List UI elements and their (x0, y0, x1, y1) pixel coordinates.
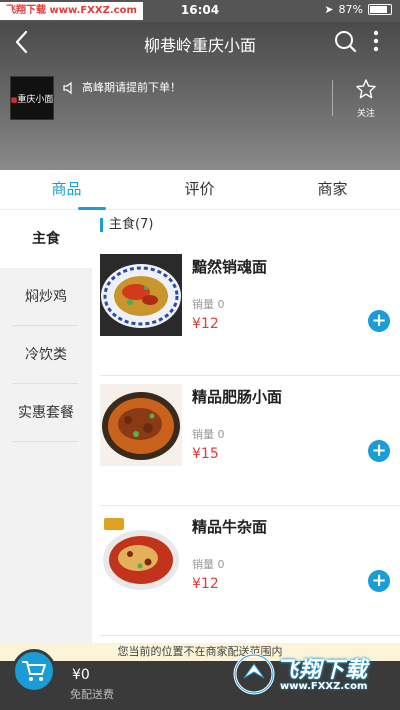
tab-reviews[interactable]: 评价 (133, 170, 266, 210)
dish-image (100, 384, 182, 466)
battery-percent: 87% (338, 3, 363, 16)
sidebar-item-braised-chicken[interactable]: 焖炒鸡 (0, 268, 92, 326)
menu-item: 精品牛杂面 销量 0 ¥12 + (92, 506, 400, 636)
dish-sales: 销量 0 (192, 428, 225, 441)
cart-button[interactable] (12, 649, 56, 693)
dish-name: 精品牛杂面 (192, 518, 268, 536)
status-bar: 飞翔下载 www.FXXZ.com 16:04 ➤ 87% (0, 0, 400, 22)
shopping-cart-icon (22, 661, 46, 681)
dish-image (100, 254, 182, 336)
item-divider (100, 635, 400, 636)
tab-products[interactable]: 商品 (0, 170, 133, 210)
follow-label: 关注 (356, 109, 375, 119)
more-vertical-icon (373, 30, 379, 52)
shop-header: 柳巷岭重庆小面 ■重庆小面 高峰期请提前下单！ 关注 (0, 22, 400, 170)
battery-icon (368, 4, 392, 15)
status-indicators: ➤ 87% (324, 3, 392, 16)
search-icon (335, 31, 357, 53)
menu-list: 主食(7) 黯然销魂面 销量 0 ¥12 + 精品肥肠小面 销量 0 ¥15 +… (92, 210, 400, 650)
dish-price: ¥15 (192, 446, 219, 462)
shop-logo: ■重庆小面 (10, 76, 54, 120)
tab-bar: 商品 评价 商家 (0, 170, 400, 210)
delivery-fee: 免配送费 (70, 688, 114, 701)
header-divider (332, 80, 333, 116)
add-to-cart-button[interactable]: + (368, 570, 390, 592)
category-sidebar: 主食 焖炒鸡 冷饮类 实惠套餐 (0, 210, 92, 650)
tab-merchant[interactable]: 商家 (266, 170, 399, 210)
dish-sales: 销量 0 (192, 298, 225, 311)
dish-name: 黯然销魂面 (192, 258, 268, 276)
shop-notice: 高峰期请提前下单！ (82, 81, 181, 94)
add-to-cart-button[interactable]: + (368, 310, 390, 332)
more-button[interactable] (366, 28, 386, 56)
add-to-cart-button[interactable]: + (368, 440, 390, 462)
shop-logo-text: ■重庆小面 (10, 94, 54, 105)
dish-price: ¥12 (192, 316, 219, 332)
watermark-title: 飞翔下载 (276, 658, 369, 683)
cart-total: ¥0 (72, 667, 90, 683)
dish-name: 精品肥肠小面 (192, 388, 283, 406)
dish-image (100, 514, 182, 596)
battery-fill (370, 6, 388, 13)
menu-item: 黯然销魂面 销量 0 ¥12 + (92, 246, 400, 376)
star-icon (356, 79, 376, 99)
watermark-url: www.FXXZ.com (280, 681, 368, 692)
watermark-emblem-icon (233, 653, 275, 695)
speaker-icon (62, 80, 74, 95)
dish-sales: 销量 0 (192, 558, 225, 571)
section-title: 主食(7) (100, 218, 153, 232)
menu-item: 精品肥肠小面 销量 0 ¥15 + (92, 376, 400, 506)
location-icon: ➤ (324, 3, 334, 16)
watermark-logo: 飞翔下载 www.FXXZ.com (232, 650, 394, 702)
follow-button[interactable]: 关注 (346, 78, 386, 119)
sidebar-item-value-combo[interactable]: 实惠套餐 (0, 384, 92, 442)
sidebar-item-cold-drinks[interactable]: 冷饮类 (0, 326, 92, 384)
dish-price: ¥12 (192, 576, 219, 592)
sidebar-item-staple[interactable]: 主食 (0, 210, 92, 268)
search-button[interactable] (332, 28, 358, 56)
sidebar-divider (12, 441, 78, 442)
